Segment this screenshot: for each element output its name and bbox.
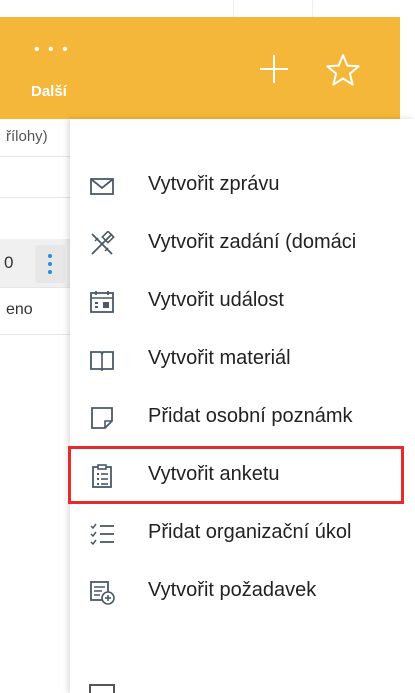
empty-row xyxy=(0,157,70,198)
note-icon xyxy=(91,407,113,429)
menu-item-label: Vytvořit anketu xyxy=(148,463,280,485)
menu-item-create-material[interactable]: Vytvořit materiál xyxy=(70,335,415,385)
menu-item-label: Vytvořit požadavek xyxy=(148,579,317,601)
kebab-menu-button[interactable] xyxy=(35,245,65,283)
menu-item-create-message[interactable]: Vytvořit zprávu xyxy=(70,161,415,211)
book-icon xyxy=(90,351,114,372)
request-add-icon xyxy=(90,581,115,605)
star-icon[interactable] xyxy=(326,53,360,87)
menu-item-label: Vytvořit zadání (domáci xyxy=(148,231,357,253)
menu-item-create-event[interactable]: Vytvořit událost xyxy=(70,277,415,327)
app-toolbar: • • • Další xyxy=(0,17,415,119)
clipboard-list-icon xyxy=(92,464,112,488)
more-button-label[interactable]: Další xyxy=(31,83,67,100)
kebab-dot-icon xyxy=(48,270,52,274)
row-status-text: eno xyxy=(6,301,33,318)
three-dots-icon[interactable]: • • • xyxy=(34,42,70,58)
toolbar-right-edge xyxy=(400,17,415,119)
menu-item-label: Vytvořit událost xyxy=(148,289,284,311)
column-header: řílohy) xyxy=(0,119,70,157)
table-row: eno xyxy=(0,287,70,335)
menu-item-label: Přidat organizační úkol xyxy=(148,521,352,543)
table-row: 0 xyxy=(0,239,70,287)
kebab-dot-icon xyxy=(48,262,52,266)
menu-item-create-poll[interactable]: Vytvořit anketu xyxy=(68,446,415,504)
column-header-label: řílohy) xyxy=(6,128,48,145)
top-tab-notch xyxy=(233,0,313,17)
window-top-strip xyxy=(0,0,415,17)
menu-item-label: Vytvořit materiál xyxy=(148,347,291,369)
menu-item-create-request[interactable]: Vytvořit požadavek xyxy=(70,567,415,617)
menu-item-add-personal-note[interactable]: Přidat osobní poznámk xyxy=(70,393,415,443)
envelope-icon xyxy=(90,178,114,195)
create-menu: Vytvořit zprávu Vytvořit zadání (domáci … xyxy=(68,119,415,693)
background-page: řílohy) 0 eno xyxy=(0,119,70,693)
menu-item-add-organizational-task[interactable]: Přidat organizační úkol xyxy=(70,509,415,559)
partial-menu-item-icon xyxy=(89,684,115,693)
checklist-icon xyxy=(90,523,114,546)
row-number: 0 xyxy=(4,253,14,272)
pencil-ruler-icon xyxy=(91,231,115,255)
menu-item-label: Přidat osobní poznámk xyxy=(148,405,353,427)
calendar-icon xyxy=(90,291,114,313)
menu-item-create-assignment[interactable]: Vytvořit zadání (domáci xyxy=(70,219,415,269)
kebab-dot-icon xyxy=(48,254,52,258)
menu-item-label: Vytvořit zprávu xyxy=(148,173,280,195)
plus-icon[interactable] xyxy=(258,53,290,85)
